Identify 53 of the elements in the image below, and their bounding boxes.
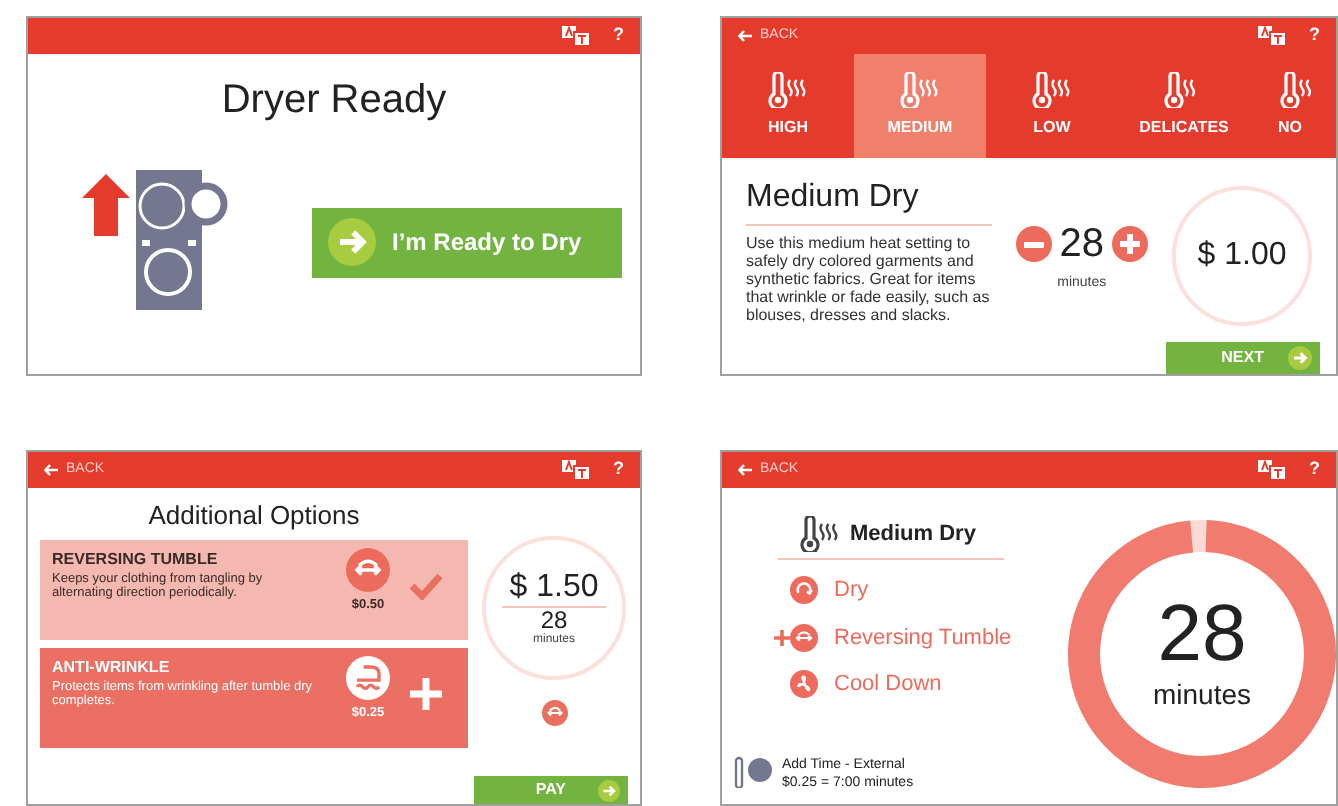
plus-icon [410, 677, 442, 709]
heat-tab[interactable]: LOW [986, 54, 1118, 158]
thermometer-icon [1030, 72, 1074, 108]
setting-title: Medium Dry [746, 174, 992, 226]
language-icon[interactable] [1257, 460, 1285, 480]
tumble-arrows-icon [346, 547, 390, 591]
setting-description: Use this medium heat setting to safely dry colored garments and synthetic fabrics. Great for items that wrinkle or fade easily, such as blouses, dresses and slacks. [746, 234, 992, 324]
minutes-value: 28 [1059, 220, 1104, 270]
screen-title: Dryer Ready [219, 76, 449, 126]
minus-icon [1023, 241, 1044, 247]
cycle-step: Reversing Tumble [834, 621, 1012, 654]
timer-label: minutes [1152, 675, 1252, 713]
checkmark-icon [408, 571, 444, 599]
arrow-right-icon [598, 779, 620, 801]
heat-tab[interactable]: MEDIUM [854, 54, 986, 158]
language-icon[interactable] [561, 26, 589, 46]
back-arrow-icon [738, 464, 752, 476]
option-name: REVERSING TUMBLE [52, 547, 220, 571]
minutes-value: 28 [540, 607, 568, 633]
tumble-arrows-icon [790, 623, 818, 652]
decrease-button[interactable] [1015, 226, 1052, 262]
arrow-right-icon [328, 218, 376, 266]
arrow-right-icon [1288, 346, 1312, 370]
cycle-step: Dry [834, 574, 869, 607]
heat-tab[interactable]: DELICATES [1118, 54, 1250, 158]
heat-tab[interactable]: NO [1250, 54, 1330, 158]
heat-tab[interactable]: HIGH [722, 54, 854, 158]
next-button[interactable]: NEXT [1166, 342, 1320, 374]
cycle-title: Medium Dry [850, 519, 976, 550]
thermometer-icon [798, 516, 842, 552]
iron-icon [346, 655, 390, 699]
thermometer-icon [898, 72, 942, 108]
help-button[interactable]: ? [1309, 22, 1320, 50]
back-arrow-icon [738, 30, 752, 42]
plus-icon [1120, 234, 1140, 254]
thermometer-icon [766, 72, 810, 108]
help-button[interactable]: ? [1309, 456, 1320, 484]
coin-slot-icon [734, 756, 774, 788]
pay-button[interactable]: PAY [474, 776, 628, 804]
back-arrow-icon [44, 464, 58, 476]
option-name: ANTI-WRINKLE [52, 655, 172, 679]
ready-to-dry-button[interactable]: I’m Ready to Dry [312, 207, 622, 277]
increase-button[interactable] [1112, 226, 1148, 262]
help-button[interactable]: ? [613, 456, 624, 484]
tumble-arrows-icon [541, 700, 567, 726]
cycle-step: Cool Down [834, 668, 942, 701]
language-icon[interactable] [1257, 26, 1285, 46]
fan-icon [790, 670, 818, 699]
language-icon[interactable] [561, 460, 589, 480]
help-button[interactable]: ? [613, 22, 624, 50]
screen-title: Additional Options [146, 498, 362, 534]
total-price: $ 1.50 [501, 569, 607, 607]
timer-minutes: 28 [1157, 593, 1247, 673]
